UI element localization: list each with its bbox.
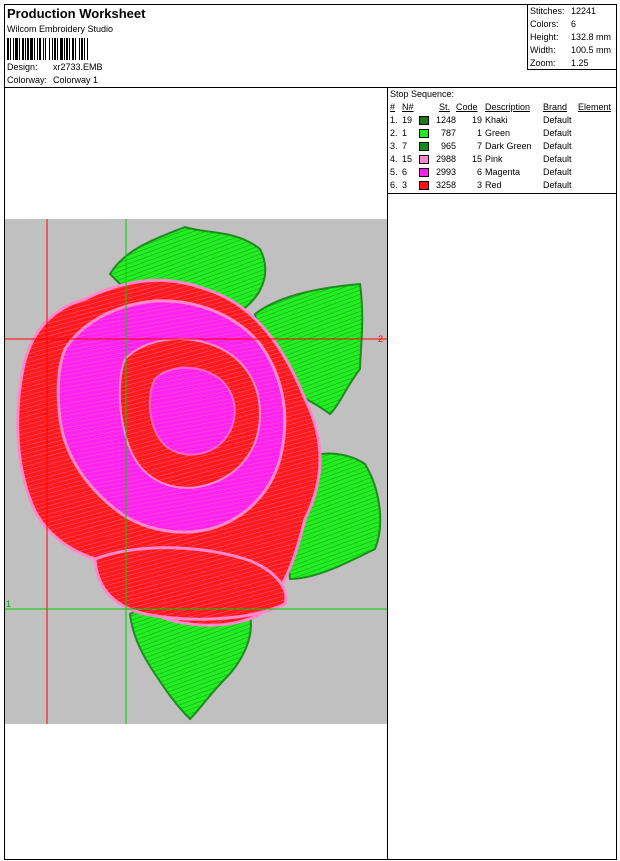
stat-zoom: Zoom: 1.25	[530, 58, 589, 68]
row-code: 6	[476, 167, 482, 177]
row-code: 19	[471, 115, 482, 125]
stat-label: Zoom:	[530, 58, 556, 68]
row-index: 6.	[390, 180, 398, 190]
row-description: Red	[485, 180, 502, 190]
row-description: Pink	[485, 154, 503, 164]
row-needle: 6	[402, 167, 408, 177]
color-swatch	[419, 129, 429, 138]
stop-row: 3. 7 965 7 Dark Green Default	[388, 141, 617, 154]
barcode-icon	[7, 38, 131, 60]
stat-colors: Colors: 6	[530, 19, 576, 29]
stat-value: 132.8 mm	[571, 32, 612, 42]
color-swatch	[419, 116, 429, 125]
col-header-index: #	[390, 102, 396, 112]
row-stitches: 965	[440, 141, 456, 151]
design-row: Design: xr2733.EMB	[7, 62, 103, 72]
stat-stitches: Stitches: 12241	[530, 6, 596, 16]
row-brand: Default	[543, 167, 572, 177]
row-brand: Default	[543, 180, 572, 190]
row-description: Khaki	[485, 115, 508, 125]
row-brand: Default	[543, 141, 572, 151]
colorway-label: Colorway:	[7, 75, 48, 85]
row-needle: 19	[402, 115, 413, 125]
row-description: Dark Green	[485, 141, 532, 151]
row-code: 15	[471, 154, 482, 164]
row-index: 2.	[390, 128, 398, 138]
colorway-row: Colorway: Colorway 1	[7, 75, 98, 85]
stop-row: 5. 6 2993 6 Magenta Default	[388, 167, 617, 180]
stat-value: 100.5 mm	[571, 45, 612, 55]
column-divider	[387, 88, 388, 860]
row-index: 1.	[390, 115, 398, 125]
guide-marker-2: 2	[378, 334, 383, 344]
col-header-description: Description	[485, 102, 531, 112]
color-swatch	[419, 155, 429, 164]
col-header-stitches: St.	[439, 102, 451, 112]
rose-core-magenta	[148, 366, 236, 456]
stop-row: 1. 19 1248 19 Khaki Default	[388, 115, 617, 128]
row-code: 3	[476, 180, 482, 190]
worksheet-frame: Production Worksheet Wilcom Embroidery S…	[4, 4, 617, 860]
stat-label: Colors:	[530, 19, 559, 29]
stop-row: 6. 3 3258 3 Red Default	[388, 180, 617, 193]
row-stitches: 2993	[435, 167, 456, 177]
design-label: Design:	[7, 62, 38, 72]
stats-panel: Stitches: 12241 Colors: 6 Height: 132.8 mm …	[527, 5, 617, 70]
stat-value: 6	[571, 19, 577, 29]
stat-width: Width: 100.5 mm	[530, 45, 611, 55]
row-brand: Default	[543, 128, 572, 138]
stat-value: 1.25	[571, 58, 589, 68]
stat-height: Height: 132.8 mm	[530, 32, 611, 42]
row-stitches: 787	[440, 128, 456, 138]
row-code: 7	[476, 141, 482, 151]
row-stitches: 2988	[435, 154, 456, 164]
row-brand: Default	[543, 154, 572, 164]
col-header-brand: Brand	[543, 102, 568, 112]
row-description: Magenta	[485, 167, 521, 177]
stat-label: Width:	[530, 45, 556, 55]
color-swatch	[419, 168, 429, 177]
row-stitches: 1248	[435, 115, 456, 125]
worksheet-header: Production Worksheet Wilcom Embroidery S…	[5, 5, 617, 88]
stop-row: 4. 15 2988 15 Pink Default	[388, 154, 617, 167]
stop-row: 2. 1 787 1 Green Default	[388, 128, 617, 141]
row-needle: 15	[402, 154, 413, 164]
software-name: Wilcom Embroidery Studio	[7, 24, 114, 34]
design-value: xr2733.EMB	[53, 62, 103, 72]
stat-value: 12241	[571, 6, 597, 16]
row-index: 4.	[390, 154, 398, 164]
col-header-number: N#	[402, 102, 414, 112]
row-needle: 1	[402, 128, 408, 138]
col-header-element: Element	[578, 102, 612, 112]
colorway-value: Colorway 1	[53, 75, 99, 85]
stat-label: Height:	[530, 32, 559, 42]
row-description: Green	[485, 128, 511, 138]
design-preview: 2 1	[5, 219, 387, 724]
row-needle: 3	[402, 180, 408, 190]
row-needle: 7	[402, 141, 408, 151]
row-brand: Default	[543, 115, 572, 125]
guide-marker-1: 1	[6, 599, 11, 609]
row-code: 1	[476, 128, 482, 138]
color-swatch	[419, 142, 429, 151]
row-stitches: 3258	[435, 180, 456, 190]
stop-sequence-table: Stop Sequence: # N# St. Code Description…	[388, 88, 617, 194]
row-index: 5.	[390, 167, 398, 177]
row-index: 3.	[390, 141, 398, 151]
stop-sequence-title: Stop Sequence:	[390, 89, 455, 99]
col-header-code: Code	[456, 102, 478, 112]
page-title: Production Worksheet	[7, 6, 146, 21]
embroidery-rose-image: 2 1	[5, 219, 387, 724]
stat-label: Stitches:	[530, 6, 565, 16]
color-swatch	[419, 181, 429, 190]
